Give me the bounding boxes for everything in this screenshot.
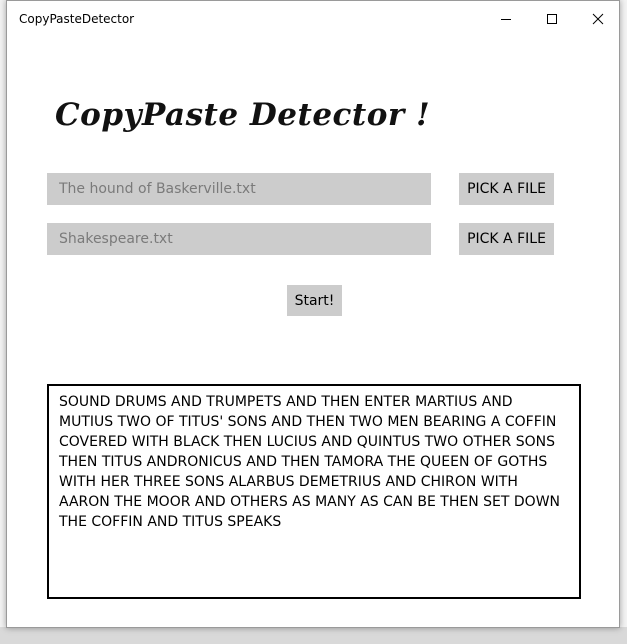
file2-path-input[interactable] <box>47 223 431 255</box>
pick-file-2-button[interactable]: PICK A FILE <box>459 223 554 255</box>
start-button[interactable]: Start! <box>287 285 342 316</box>
app-window: CopyPasteDetector CopyPaste Detector ! P… <box>6 0 620 628</box>
maximize-icon <box>547 14 557 24</box>
result-textbox[interactable]: SOUND DRUMS AND TRUMPETS AND THEN ENTER … <box>47 384 581 599</box>
minimize-icon <box>501 19 511 20</box>
background-desktop-right <box>620 0 627 644</box>
background-desktop-bottom <box>0 627 627 644</box>
file1-path-input[interactable] <box>47 173 431 205</box>
title-bar[interactable]: CopyPasteDetector <box>7 1 619 37</box>
minimize-button[interactable] <box>483 1 529 37</box>
maximize-button[interactable] <box>529 1 575 37</box>
app-logo-title: CopyPaste Detector ! <box>55 97 431 133</box>
window-title: CopyPasteDetector <box>19 12 135 26</box>
pick-file-1-button[interactable]: PICK A FILE <box>459 173 554 205</box>
close-icon <box>592 13 604 25</box>
close-button[interactable] <box>575 1 621 37</box>
